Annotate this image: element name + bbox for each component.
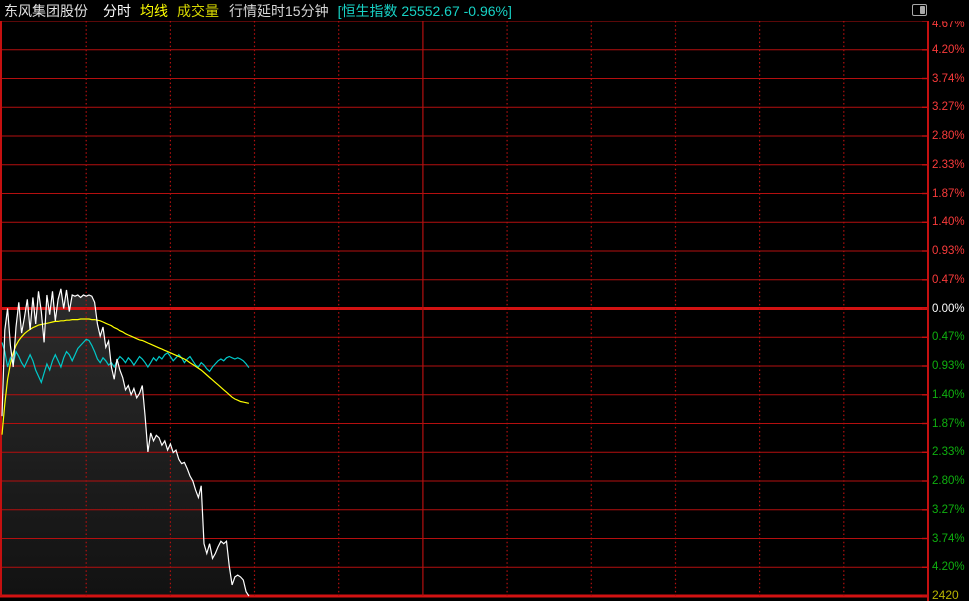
intraday-chart bbox=[0, 0, 969, 601]
panel-toggle-icon[interactable] bbox=[912, 4, 927, 16]
panel-toggle-icon-fill bbox=[920, 6, 925, 14]
delay-notice: 行情延时15分钟 bbox=[229, 1, 329, 21]
symbol-name: 东风集团股份 bbox=[4, 1, 88, 21]
tab-minute-chart[interactable]: 分时 bbox=[103, 1, 131, 21]
toggle-ma-line[interactable]: 均线 bbox=[140, 1, 168, 21]
zero-line bbox=[0, 307, 928, 310]
toggle-volume[interactable]: 成交量 bbox=[177, 1, 219, 21]
header-bar: 东风集团股份 分时 均线 成交量 行情延时15分钟 [恒生指数 25552.67… bbox=[0, 0, 969, 21]
volume-scale-label: 2420 bbox=[932, 588, 968, 601]
price-area-fill bbox=[2, 289, 249, 596]
app-window: 4.67%4.20%3.74%3.27%2.80%2.33%1.87%1.40%… bbox=[0, 0, 969, 601]
pane-bottom-border bbox=[0, 595, 928, 598]
hang-seng-index-quote[interactable]: [恒生指数 25552.67 -0.96%] bbox=[338, 1, 512, 21]
